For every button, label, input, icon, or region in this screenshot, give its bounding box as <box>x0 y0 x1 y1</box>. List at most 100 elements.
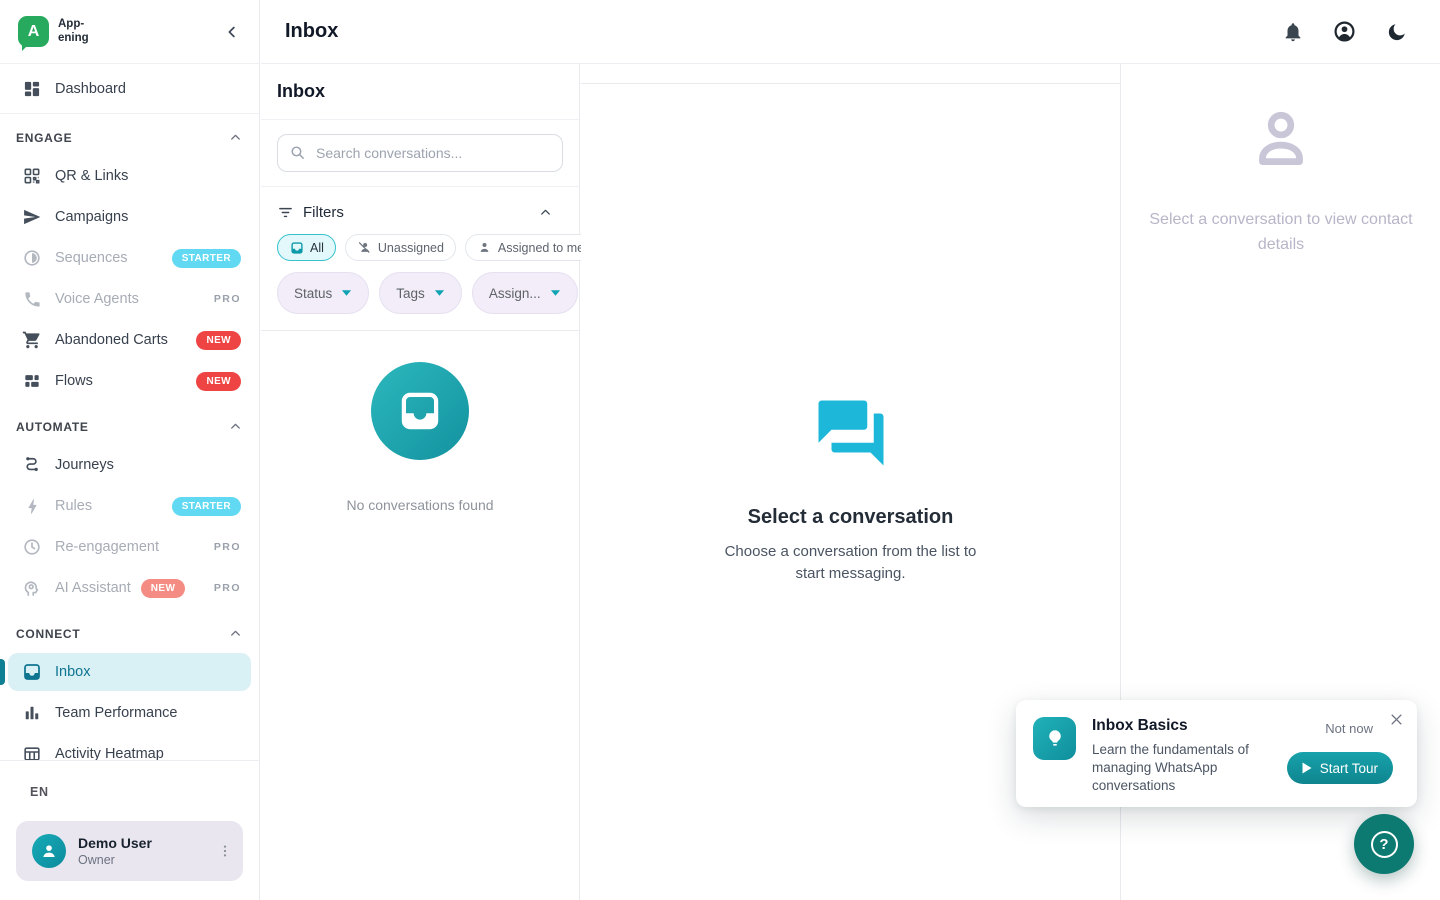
sidebar-item-sequences[interactable]: Sequences STARTER <box>8 239 251 277</box>
dropdown-label: Tags <box>396 286 425 301</box>
conversation-list-panel: Inbox Filters All <box>261 64 580 900</box>
start-tour-button[interactable]: Start Tour <box>1287 752 1393 784</box>
pro-label: PRO <box>214 293 241 305</box>
sidebar-item-re-engagement[interactable]: Re-engagement PRO <box>8 528 251 566</box>
phone-icon <box>22 289 42 309</box>
top-header: Inbox <box>261 0 1440 64</box>
sidebar-item-label: AI Assistant <box>55 580 131 596</box>
kebab-menu-icon[interactable] <box>217 843 233 859</box>
filters-header[interactable]: Filters <box>277 199 563 225</box>
sidebar-item-label: Team Performance <box>55 705 178 721</box>
close-icon[interactable] <box>1389 712 1404 727</box>
page-title: Inbox <box>285 20 338 43</box>
tour-card: Inbox Basics Learn the fundamentals of m… <box>1016 700 1417 807</box>
chip-label: Assigned to me <box>498 241 584 255</box>
new-badge: NEW <box>196 331 241 350</box>
starter-badge: STARTER <box>172 249 241 268</box>
sidebar-item-label: Re-engagement <box>55 539 159 555</box>
tour-title: Inbox Basics <box>1092 717 1188 735</box>
not-now-link[interactable]: Not now <box>1325 721 1373 736</box>
chevron-up-icon <box>537 204 554 221</box>
play-icon <box>1302 762 1312 774</box>
contact-empty-text: Select a conversation to view contact de… <box>1131 208 1431 258</box>
sidebar-item-label: Rules <box>55 498 92 514</box>
filter-dropdowns: Status Tags Assign... <box>277 272 563 314</box>
sidebar-item-abandoned-carts[interactable]: Abandoned Carts NEW <box>8 321 251 359</box>
app-logo-text: App- ening <box>58 18 89 44</box>
qr-code-icon <box>22 166 42 186</box>
starter-badge: STARTER <box>172 497 241 516</box>
header-actions <box>1281 20 1408 43</box>
dropdown-label: Assign... <box>489 286 541 301</box>
sidebar-item-inbox[interactable]: Inbox <box>8 653 251 691</box>
caret-down-icon <box>341 289 352 297</box>
empty-state-title: Select a conversation <box>748 506 954 529</box>
section-connect[interactable]: CONNECT <box>8 610 251 653</box>
chat-empty-state: Select a conversation Choose a conversat… <box>711 394 991 584</box>
chip-label: Unassigned <box>378 241 444 255</box>
sidebar-item-qr-links[interactable]: QR & Links <box>8 157 251 195</box>
sidebar-item-label: QR & Links <box>55 168 128 184</box>
cart-icon <box>22 330 42 350</box>
chip-label: All <box>310 241 324 255</box>
start-tour-label: Start Tour <box>1320 761 1378 776</box>
sidebar-item-journeys[interactable]: Journeys <box>8 446 251 484</box>
filter-chips: All Unassigned Assigned to me <box>277 234 563 261</box>
account-icon[interactable] <box>1333 20 1356 43</box>
sidebar-item-label: Journeys <box>55 457 114 473</box>
inbox-chat-icon <box>289 240 304 255</box>
filters-section: Filters All Unassigned <box>261 187 579 331</box>
sidebar-item-dashboard[interactable]: Dashboard <box>8 70 251 108</box>
conversations-empty-state: No conversations found <box>261 331 579 513</box>
chip-unassigned[interactable]: Unassigned <box>345 234 456 261</box>
app-logo-letter: A <box>28 23 40 41</box>
heatmap-grid-icon <box>22 744 42 760</box>
status-dropdown[interactable]: Status <box>277 272 369 314</box>
search-icon <box>289 144 306 161</box>
section-engage[interactable]: ENGAGE <box>8 114 251 157</box>
section-title: AUTOMATE <box>16 420 89 434</box>
tags-dropdown[interactable]: Tags <box>379 272 462 314</box>
panel-title: Inbox <box>261 64 579 120</box>
caret-down-icon <box>434 289 445 297</box>
chip-assigned-to-me[interactable]: Assigned to me <box>465 234 596 261</box>
chevron-up-icon <box>228 419 243 434</box>
assignee-dropdown[interactable]: Assign... <box>472 272 578 314</box>
send-icon <box>22 207 42 227</box>
clock-icon <box>22 537 42 557</box>
sidebar-nav: Dashboard ENGAGE QR & Links Campaigns <box>0 64 259 760</box>
empty-state-subtitle: Choose a conversation from the list to s… <box>711 541 991 584</box>
ai-head-icon <box>22 578 42 598</box>
sidebar-item-label: Campaigns <box>55 209 128 225</box>
sidebar-item-campaigns[interactable]: Campaigns <box>8 198 251 236</box>
sidebar-collapse-icon[interactable] <box>223 23 241 41</box>
user-card[interactable]: Demo User Owner <box>16 821 243 881</box>
question-mark-icon: ? <box>1371 831 1398 858</box>
sidebar-footer: EN Demo User Owner <box>0 760 259 900</box>
bell-icon[interactable] <box>1281 20 1304 43</box>
flows-icon <box>22 371 42 391</box>
language-selector[interactable]: EN <box>16 785 243 799</box>
pro-label: PRO <box>214 582 241 594</box>
sidebar-item-label: Dashboard <box>55 81 126 97</box>
chevron-up-icon <box>228 130 243 145</box>
new-badge: NEW <box>196 372 241 391</box>
sidebar-item-rules[interactable]: Rules STARTER <box>8 487 251 525</box>
sidebar-item-label: Inbox <box>55 664 90 680</box>
sidebar-item-voice-agents[interactable]: Voice Agents PRO <box>8 280 251 318</box>
sidebar-item-flows[interactable]: Flows NEW <box>8 362 251 400</box>
sidebar-item-team-performance[interactable]: Team Performance <box>8 694 251 732</box>
lightbulb-icon <box>1033 717 1076 760</box>
half-circle-icon <box>22 248 42 268</box>
caret-down-icon <box>550 289 561 297</box>
search-input[interactable] <box>277 134 563 172</box>
forum-icon <box>812 394 890 472</box>
search-section <box>261 120 579 187</box>
sidebar-item-label: Voice Agents <box>55 291 139 307</box>
moon-icon[interactable] <box>1385 20 1408 43</box>
sidebar-item-ai-assistant[interactable]: AI Assistant NEW PRO <box>8 569 251 607</box>
section-automate[interactable]: AUTOMATE <box>8 403 251 446</box>
sidebar-item-activity-heatmap[interactable]: Activity Heatmap <box>8 735 251 760</box>
help-button[interactable]: ? <box>1354 814 1414 874</box>
chip-all[interactable]: All <box>277 234 336 261</box>
